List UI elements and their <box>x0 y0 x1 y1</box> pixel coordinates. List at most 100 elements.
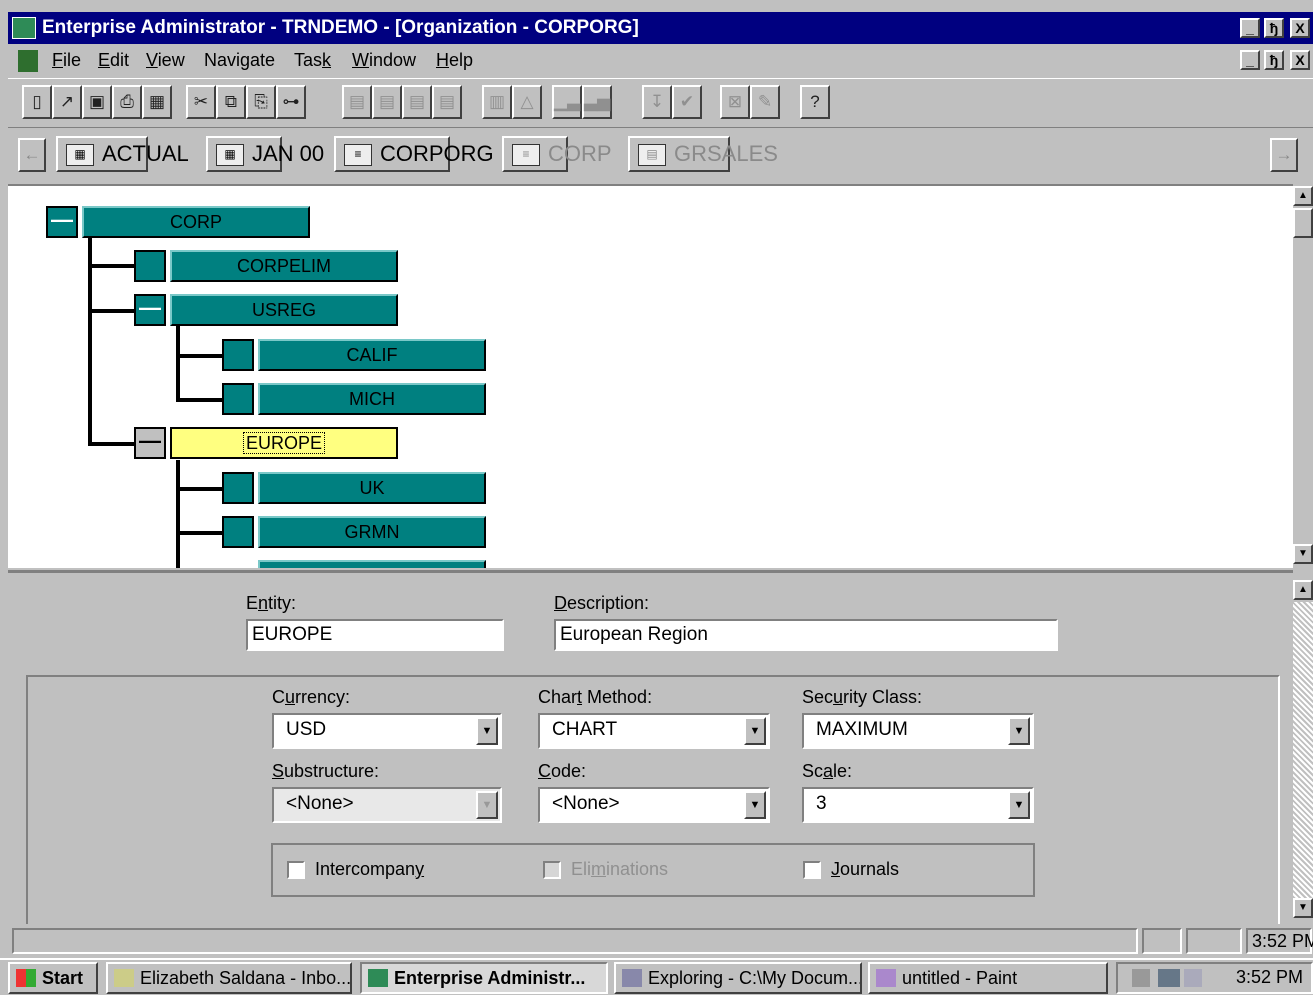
help-icon[interactable]: ? <box>800 85 830 119</box>
tool-c-icon[interactable]: ▤ <box>402 85 432 119</box>
clock[interactable]: 3:52 PM <box>1236 967 1303 988</box>
currency-select[interactable]: USD ▼ <box>272 713 502 749</box>
tree-node-label[interactable]: USREG <box>170 294 398 326</box>
eliminations-checkbox[interactable] <box>543 861 561 879</box>
copy-icon[interactable]: ⧉ <box>216 85 246 119</box>
tree-node-label-partial[interactable] <box>258 560 486 568</box>
intercompany-checkbox[interactable] <box>287 861 305 879</box>
chevron-down-icon[interactable]: ▼ <box>476 717 498 745</box>
pov-scenario[interactable]: ▦ ACTUAL <box>56 136 189 172</box>
tree-node-label[interactable]: EUROPE <box>170 427 398 459</box>
collapse-toggle[interactable]: — <box>46 206 78 238</box>
minimize-button[interactable]: _ <box>1240 18 1260 38</box>
tool-b-icon[interactable]: ▤ <box>372 85 402 119</box>
menu-edit[interactable]: Edit <box>98 50 129 71</box>
doc-minimize-button[interactable]: _ <box>1240 50 1260 70</box>
cut-icon[interactable]: ✂ <box>186 85 216 119</box>
journals-label[interactable]: Journals <box>831 859 899 880</box>
menu-help[interactable]: Help <box>436 50 473 71</box>
pov-back-button[interactable]: ← <box>18 138 46 172</box>
tray-icon[interactable] <box>1184 969 1202 987</box>
scroll-up-button[interactable]: ▲ <box>1293 580 1313 600</box>
doc-close-button[interactable]: X <box>1290 50 1310 70</box>
menu-file[interactable]: File <box>52 50 81 71</box>
print-icon[interactable]: ⎙ <box>112 85 142 119</box>
menu-window[interactable]: Window <box>352 50 416 71</box>
tree-node-label[interactable]: UK <box>258 472 486 504</box>
pov-period[interactable]: ▦ JAN 00 <box>206 136 324 172</box>
hierarchy-icon[interactable]: ⊶ <box>276 85 306 119</box>
chart-a-icon[interactable]: ▥ <box>482 85 512 119</box>
node-toggle[interactable] <box>222 339 254 371</box>
scroll-down-button[interactable]: ▼ <box>1293 898 1313 918</box>
bar-chart-b-icon[interactable]: ▃▅ <box>582 85 612 119</box>
tool-d-icon[interactable]: ▤ <box>432 85 462 119</box>
taskbar-button-explorer[interactable]: Exploring - C:\My Docum... <box>614 962 862 994</box>
node-toggle[interactable] <box>222 516 254 548</box>
node-toggle[interactable] <box>222 472 254 504</box>
network-icon[interactable] <box>1158 969 1180 987</box>
paste-icon[interactable]: ⎘ <box>246 85 276 119</box>
start-button[interactable]: Start <box>8 962 98 994</box>
node-toggle[interactable] <box>134 250 166 282</box>
intercompany-label[interactable]: Intercompany <box>315 859 424 880</box>
restore-button[interactable]: ђ <box>1264 18 1284 38</box>
excel-icon[interactable]: ⊠ <box>720 85 750 119</box>
description-field[interactable]: European Region <box>554 619 1058 651</box>
menu-view[interactable]: View <box>146 50 185 71</box>
bar-chart-a-icon[interactable]: ▁▃ <box>552 85 582 119</box>
organization-tree[interactable]: — CORP CORPELIM — USREG CALIF MICH — EUR… <box>8 184 1293 568</box>
code-select[interactable]: <None> ▼ <box>538 787 770 823</box>
taskbar-button-paint[interactable]: untitled - Paint <box>868 962 1108 994</box>
close-button[interactable]: X <box>1290 18 1310 38</box>
currency-value: USD <box>286 719 327 740</box>
sort-icon[interactable]: ↧ <box>642 85 672 119</box>
menu-task[interactable]: Task <box>294 50 331 71</box>
check-icon[interactable]: ✔ <box>672 85 702 119</box>
menu-navigate[interactable]: Navigate <box>204 50 275 71</box>
scroll-thumb[interactable] <box>1293 208 1313 238</box>
tree-node-label[interactable]: GRMN <box>258 516 486 548</box>
speaker-icon[interactable] <box>1132 969 1150 987</box>
substructure-select[interactable]: <None> ▼ <box>272 787 502 823</box>
scroll-track[interactable] <box>1293 602 1313 898</box>
calendar-icon: ▦ <box>216 144 244 166</box>
calculator-icon[interactable]: ▦ <box>142 85 172 119</box>
new-icon[interactable]: ▯ <box>22 85 52 119</box>
scroll-down-button[interactable]: ▼ <box>1293 544 1313 564</box>
taskbar-button-enterprise-admin[interactable]: Enterprise Administr... <box>360 962 608 994</box>
chart-method-select[interactable]: CHART ▼ <box>538 713 770 749</box>
chevron-down-icon[interactable]: ▼ <box>1008 717 1030 745</box>
tree-node-label[interactable]: CORP <box>82 206 310 238</box>
chart-b-icon[interactable]: △ <box>512 85 542 119</box>
open-icon[interactable]: ↗ <box>52 85 82 119</box>
details-scrollbar[interactable]: ▲ ▼ <box>1293 572 1313 922</box>
journals-checkbox[interactable] <box>803 861 821 879</box>
scale-select[interactable]: 3 ▼ <box>802 787 1034 823</box>
chevron-down-icon[interactable]: ▼ <box>744 717 766 745</box>
tree-node-label[interactable]: CALIF <box>258 339 486 371</box>
code-label: Code: <box>538 761 587 781</box>
scroll-up-button[interactable]: ▲ <box>1293 186 1313 206</box>
collapse-toggle[interactable]: — <box>134 427 166 459</box>
doc-restore-button[interactable]: ђ <box>1264 50 1284 70</box>
chevron-down-icon[interactable]: ▼ <box>1008 791 1030 819</box>
pov-entity[interactable]: ≡ CORP <box>502 136 612 172</box>
title-bar[interactable]: Enterprise Administrator - TRNDEMO - [Or… <box>8 12 1313 44</box>
chevron-down-icon[interactable]: ▼ <box>744 791 766 819</box>
tree-scrollbar[interactable]: ▲ ▼ <box>1293 184 1313 568</box>
collapse-toggle[interactable]: — <box>134 294 166 326</box>
chevron-down-icon[interactable]: ▼ <box>476 791 498 819</box>
tool-a-icon[interactable]: ▤ <box>342 85 372 119</box>
pov-account[interactable]: ▤ GRSALES <box>628 136 778 172</box>
tree-node-label[interactable]: CORPELIM <box>170 250 398 282</box>
save-icon[interactable]: ▣ <box>82 85 112 119</box>
security-class-select[interactable]: MAXIMUM ▼ <box>802 713 1034 749</box>
edit-icon[interactable]: ✎ <box>750 85 780 119</box>
tree-node-label[interactable]: MICH <box>258 383 486 415</box>
node-toggle[interactable] <box>222 383 254 415</box>
entity-field[interactable]: EUROPE <box>246 619 504 651</box>
pov-forward-button[interactable]: → <box>1270 138 1298 172</box>
taskbar-button-inbox[interactable]: Elizabeth Saldana - Inbo... <box>106 962 352 994</box>
pov-organization[interactable]: ≡ CORPORG <box>334 136 494 172</box>
